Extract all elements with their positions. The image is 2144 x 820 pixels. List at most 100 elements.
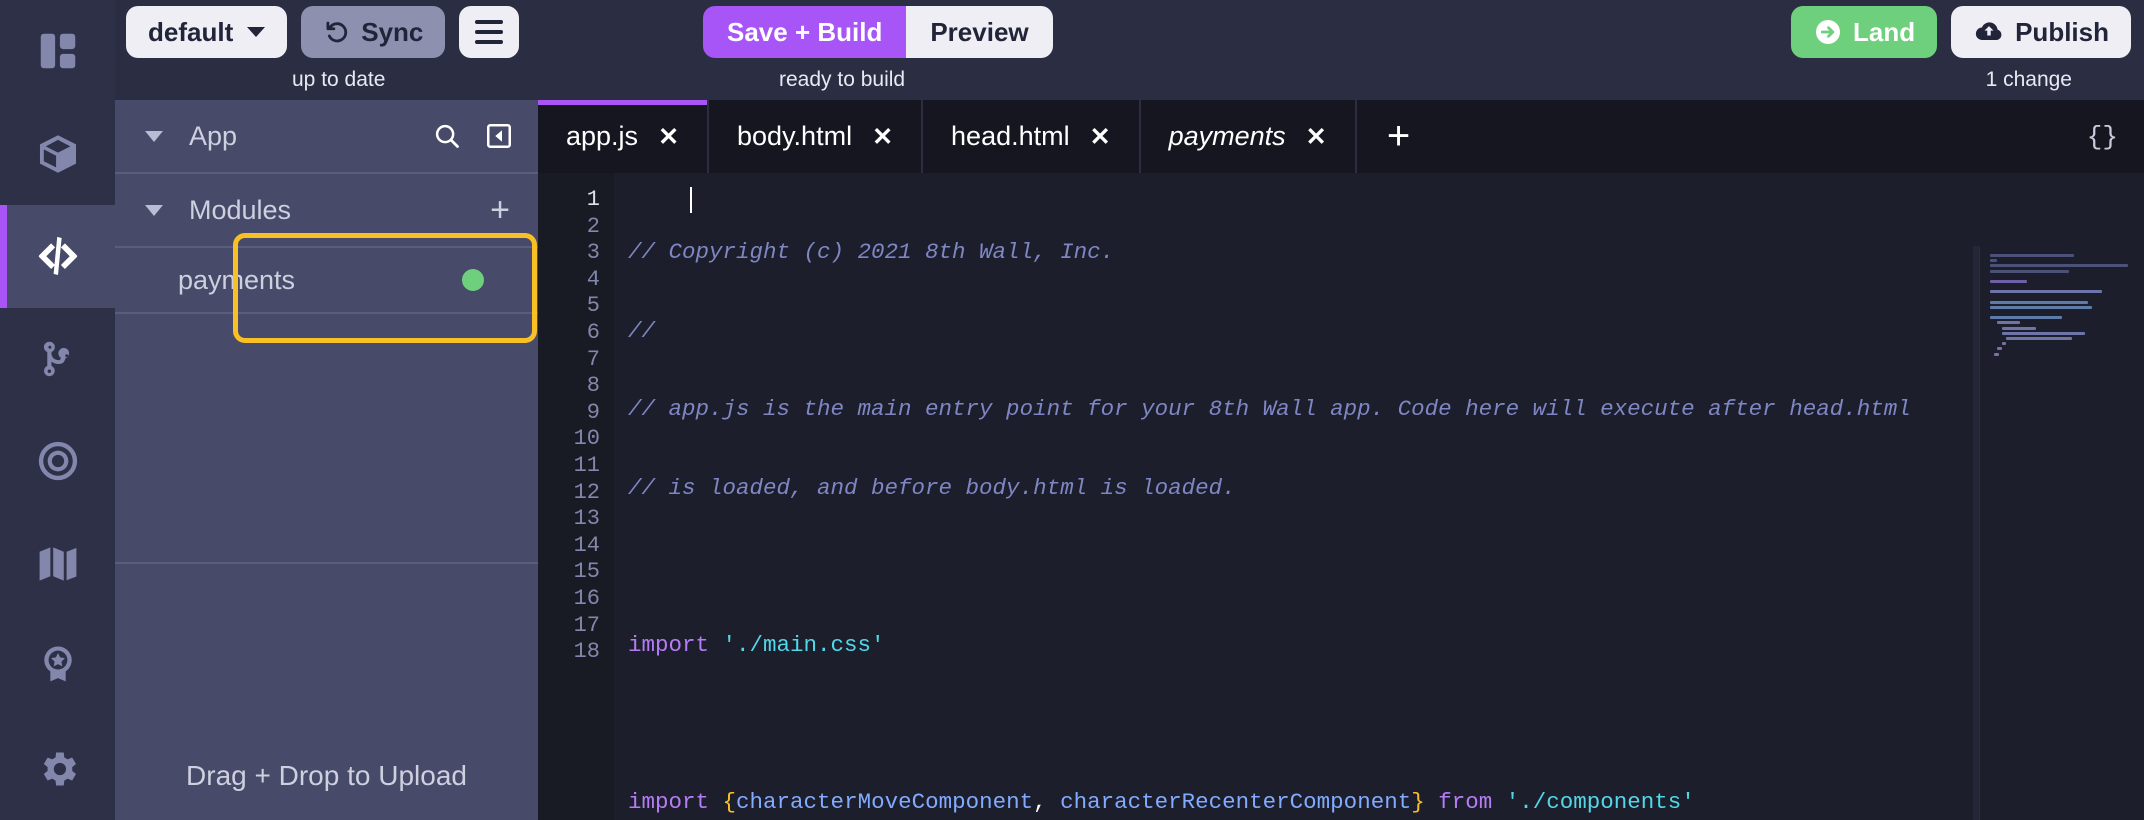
tab-payments[interactable]: payments ✕ bbox=[1141, 100, 1357, 173]
rail-item-settings[interactable] bbox=[0, 718, 115, 820]
menu-button[interactable] bbox=[459, 6, 520, 58]
file-tree-root-app[interactable]: App bbox=[115, 100, 538, 174]
change-count-label: 1 change bbox=[1985, 68, 2072, 91]
target-icon bbox=[38, 442, 77, 481]
line-number: 13 bbox=[573, 506, 600, 532]
minimap-line bbox=[1990, 279, 2028, 283]
branch-selector[interactable]: default bbox=[126, 6, 288, 58]
app-root: default Sync up to date Save + Build Pre… bbox=[0, 0, 2144, 820]
toolbar: default Sync up to date Save + Build Pre… bbox=[115, 0, 2144, 100]
tab-body-html[interactable]: body.html ✕ bbox=[709, 100, 924, 173]
new-tab-button[interactable]: + bbox=[1357, 100, 1441, 173]
file-tree-folder-label: Modules bbox=[189, 194, 292, 225]
close-icon[interactable]: ✕ bbox=[872, 122, 893, 152]
tab-head-html[interactable]: head.html ✕ bbox=[923, 100, 1141, 173]
cloud-upload-icon bbox=[1975, 22, 2002, 41]
save-build-button[interactable]: Save + Build bbox=[703, 6, 907, 58]
tab-label: body.html bbox=[737, 121, 853, 151]
tab-label: payments bbox=[1168, 121, 1286, 151]
minimap-line bbox=[1994, 352, 1999, 356]
minimap-line bbox=[1990, 259, 1998, 263]
code-token-comment: // bbox=[628, 317, 656, 344]
file-tree-item-payments[interactable]: payments bbox=[115, 248, 538, 314]
rail-item-version-control[interactable] bbox=[0, 308, 115, 411]
minimap-line bbox=[1990, 254, 2074, 257]
line-number: 15 bbox=[573, 559, 600, 585]
publish-button-label: Publish bbox=[2015, 16, 2109, 47]
file-tree-empty-space bbox=[115, 314, 538, 564]
line-number: 14 bbox=[573, 532, 600, 558]
code-line: import './main.css' bbox=[628, 631, 885, 658]
code-line: // app.js is the main entry point for yo… bbox=[614, 396, 2144, 423]
code-icon bbox=[38, 237, 77, 276]
badge-icon bbox=[43, 646, 72, 682]
minimap-line bbox=[1990, 316, 2062, 320]
publish-button[interactable]: Publish bbox=[1951, 6, 2131, 58]
land-button[interactable]: Land bbox=[1790, 6, 1938, 58]
build-status-label: ready to build bbox=[779, 68, 906, 91]
line-number-gutter: 1 2 3 4 5 6 7 8 9 10 11 12 13 14 15 16 1… bbox=[538, 173, 614, 820]
code-token-comment: // app.js is the main entry point for yo… bbox=[628, 396, 1911, 423]
sync-button[interactable]: Sync bbox=[301, 6, 446, 58]
chevron-down-icon bbox=[247, 27, 266, 37]
close-icon[interactable]: ✕ bbox=[658, 122, 679, 152]
line-number: 6 bbox=[586, 319, 600, 345]
preview-button[interactable]: Preview bbox=[906, 6, 1053, 58]
chevron-down-icon bbox=[145, 204, 163, 216]
minimap-line bbox=[1990, 290, 2103, 294]
upload-dropzone[interactable]: Drag + Drop to Upload bbox=[115, 660, 538, 820]
code-token-comment: // Copyright (c) 2021 8th Wall, Inc. bbox=[628, 239, 1115, 265]
code-minimap[interactable] bbox=[1979, 246, 2144, 820]
close-icon[interactable]: ✕ bbox=[1306, 122, 1327, 152]
line-number: 4 bbox=[586, 266, 600, 292]
sync-status-label: up to date bbox=[292, 68, 386, 91]
code-content[interactable]: // Copyright (c) 2021 8th Wall, Inc. // … bbox=[614, 173, 2144, 820]
upload-dropzone-label: Drag + Drop to Upload bbox=[186, 760, 467, 791]
tab-app-js[interactable]: app.js ✕ bbox=[538, 100, 710, 173]
close-icon[interactable]: ✕ bbox=[1090, 122, 1111, 152]
minimap-line bbox=[2005, 337, 2073, 340]
collapse-panel-icon[interactable] bbox=[484, 121, 514, 151]
format-code-button[interactable]: {} bbox=[2087, 122, 2118, 152]
line-number: 9 bbox=[586, 399, 600, 425]
rail-item-assets[interactable] bbox=[0, 103, 115, 206]
rail-item-analytics[interactable] bbox=[0, 410, 115, 513]
file-tree-folder-modules[interactable]: Modules + bbox=[115, 174, 538, 248]
file-tree-root-label: App bbox=[189, 120, 238, 151]
tab-label: head.html bbox=[951, 121, 1070, 151]
rail-item-dashboard[interactable] bbox=[0, 0, 115, 103]
tab-label: app.js bbox=[566, 121, 639, 151]
sync-button-label: Sync bbox=[361, 16, 424, 47]
line-number: 1 bbox=[586, 187, 600, 212]
dashboard-icon bbox=[40, 34, 75, 69]
code-line: // Copyright (c) 2021 8th Wall, Inc. bbox=[614, 239, 2144, 266]
status-dot bbox=[462, 269, 484, 291]
file-panel: App Modules + payments Drag + Drop to Up… bbox=[115, 100, 538, 820]
map-icon bbox=[39, 547, 76, 581]
toolbar-left-group: default Sync bbox=[126, 6, 520, 58]
minimap-line bbox=[1990, 269, 2070, 273]
minimap-line bbox=[1997, 321, 2021, 325]
minimap-line bbox=[1997, 347, 2002, 351]
minimap-line bbox=[2001, 331, 2086, 335]
branch-selector-label: default bbox=[148, 16, 234, 47]
code-editor: app.js ✕ body.html ✕ head.html ✕ payment… bbox=[538, 100, 2144, 820]
rail-item-code[interactable] bbox=[0, 205, 115, 308]
land-button-label: Land bbox=[1852, 16, 1916, 47]
code-token-comment: // is loaded, and before body.html is lo… bbox=[628, 474, 1236, 501]
code-line: // is loaded, and before body.html is lo… bbox=[614, 475, 2144, 502]
add-module-button[interactable]: + bbox=[490, 193, 510, 227]
hamburger-icon bbox=[475, 20, 504, 44]
rail-item-achievements[interactable] bbox=[0, 615, 115, 718]
search-icon[interactable] bbox=[432, 121, 462, 151]
code-area[interactable]: 1 2 3 4 5 6 7 8 9 10 11 12 13 14 15 16 1… bbox=[538, 173, 2144, 820]
file-tree-item-label: payments bbox=[178, 264, 296, 295]
minimap-line bbox=[1990, 264, 2129, 268]
line-number: 3 bbox=[586, 240, 600, 266]
code-line: // bbox=[614, 318, 2144, 345]
line-number: 16 bbox=[573, 585, 600, 611]
rail-item-map[interactable] bbox=[0, 513, 115, 616]
line-number: 11 bbox=[573, 452, 600, 478]
line-number: 2 bbox=[586, 213, 600, 239]
